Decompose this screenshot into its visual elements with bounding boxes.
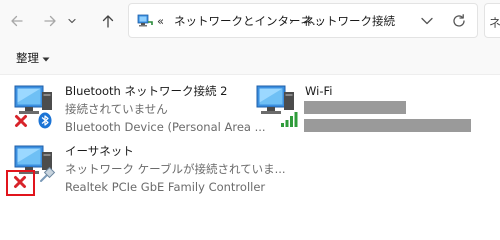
address-overflow[interactable]: « — [157, 14, 164, 28]
chevron-down-icon — [68, 18, 76, 24]
arrow-right-icon — [44, 15, 56, 27]
ethernet-cable-icon — [40, 166, 56, 182]
arrow-up-icon — [102, 15, 114, 28]
up-button[interactable] — [96, 9, 120, 33]
connection-device: Bluetooth Device (Personal Area ... — [65, 120, 266, 134]
caret-down-icon[interactable] — [42, 57, 50, 62]
search-box[interactable]: ネ — [484, 3, 500, 38]
navigation-bar: « ネットワークとインターネ... › ネットワーク接続 ネ — [0, 0, 500, 42]
breadcrumb-network-and-internet[interactable]: ネットワークとインターネ... — [174, 14, 323, 28]
connection-item-ethernet[interactable]: イーサネット ネットワーク ケーブルが接続されていま... Realtek PC… — [12, 144, 286, 196]
recent-locations-button[interactable] — [64, 9, 80, 33]
forward-button[interactable] — [38, 9, 62, 33]
breadcrumb-network-connections[interactable]: ネットワーク接続 — [303, 14, 395, 28]
connection-item-wifi[interactable]: Wi-Fi — [254, 84, 474, 136]
bluetooth-icon — [38, 112, 52, 129]
breadcrumb-separator: › — [289, 14, 294, 28]
arrow-left-icon — [11, 15, 23, 27]
redacted-device — [304, 119, 471, 132]
error-x-icon — [15, 115, 27, 127]
search-placeholder: ネ — [489, 16, 500, 30]
connection-device: Realtek PCIe GbE Family Controller — [65, 180, 266, 194]
connection-name: イーサネット — [65, 144, 134, 158]
connection-status: ネットワーク ケーブルが接続されていま... — [65, 162, 286, 176]
back-button[interactable] — [5, 9, 29, 33]
address-bar[interactable]: « ネットワークとインターネ... › ネットワーク接続 — [128, 3, 478, 38]
highlight-box — [6, 170, 35, 196]
connection-name: Bluetooth ネットワーク接続 2 — [65, 84, 228, 98]
connection-name: Wi-Fi — [305, 84, 333, 98]
connection-status: 接続されていません — [65, 102, 168, 116]
signal-bars-icon — [281, 112, 298, 127]
network-connections-icon — [137, 14, 153, 27]
connection-item-bluetooth[interactable]: Bluetooth ネットワーク接続 2 接続されていません Bluetooth… — [12, 84, 266, 136]
command-bar: 整理 — [0, 42, 500, 75]
redacted-status — [304, 101, 406, 114]
chevron-down-icon[interactable] — [420, 15, 434, 27]
organize-button[interactable]: 整理 — [16, 51, 39, 65]
refresh-icon[interactable] — [451, 13, 467, 29]
